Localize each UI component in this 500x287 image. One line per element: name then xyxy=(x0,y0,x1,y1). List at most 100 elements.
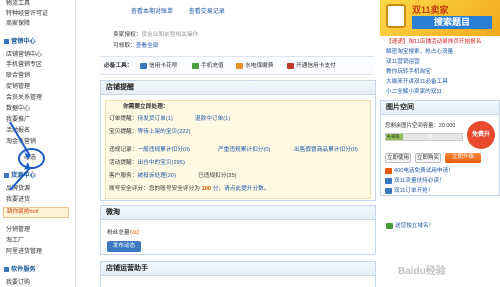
ops-panel: 店铺运营助手 xyxy=(100,261,376,287)
order-icon xyxy=(385,187,392,194)
complaint-link[interactable]: 被投诉处理(20) xyxy=(137,173,176,179)
sidebar-item-license[interactable]: 特种经营许可证 xyxy=(6,10,48,18)
tool-label: 信用卡花呗 xyxy=(149,63,178,69)
warehouse-link[interactable]: 出仓中的宝贝(295) xyxy=(137,160,184,166)
service-label: 客户服务： xyxy=(109,173,138,179)
right-column: 双11卖家 搜索题目 【速递】淘11店铺活动录排页开始报名 解密淘宝搜索，抢占心… xyxy=(380,0,500,287)
goods-label: 宝贝提醒： xyxy=(109,129,138,135)
service-list-text: 双11流量扶持必读！ xyxy=(394,178,445,184)
account-text: 您的账号安全评分为 xyxy=(148,186,200,192)
use-now-button[interactable]: 立即使用 xyxy=(385,153,411,163)
phone-service-icon xyxy=(385,167,392,174)
ops-title: 店铺运营助手 xyxy=(101,262,375,276)
tool-utility[interactable]: 水电煤缴费 xyxy=(236,62,273,70)
sidebar-item-joint-marketing[interactable]: 联合营销 xyxy=(6,72,30,80)
goods-reminder-row: 宝贝提醒：等待上架的宝贝(222) xyxy=(109,128,191,136)
domain-icon xyxy=(386,222,393,229)
sidebar-item-shop-marketing[interactable]: 店铺营销中心 xyxy=(6,51,42,59)
credit-card-icon xyxy=(140,62,147,69)
news-text: 解密淘宝搜索，抢占心流量 xyxy=(386,49,454,55)
withdraw-row: 可领取：查看全部 xyxy=(113,42,159,50)
promo-banner[interactable]: 双11卖家 搜索题目 xyxy=(380,0,500,36)
sidebar-item-mobile-marketing[interactable]: 手机营销专区 xyxy=(6,61,42,69)
banner-badge: 双11卖家 xyxy=(412,5,449,15)
sidebar-item-promotion[interactable]: 促销管理 xyxy=(6,83,30,91)
card-pay-icon xyxy=(287,62,294,69)
sidebar-item-factory[interactable]: 淘工厂 xyxy=(6,237,24,245)
upgrade-badge[interactable]: 免费升 xyxy=(467,121,495,149)
tool-credit-pay[interactable]: 开通信用卡支付 xyxy=(287,62,336,70)
buy-now-button[interactable]: 立即购买 xyxy=(415,153,441,163)
service-list-item[interactable]: 400电话免费试用申请！ xyxy=(385,167,454,175)
order-label: 订单提醒： xyxy=(109,116,138,122)
news-item[interactable]: 双11营销运营 xyxy=(386,58,420,66)
bill-link[interactable]: 查看本期对账单 xyxy=(131,9,173,15)
auth-label: 卖家授权： xyxy=(113,32,142,38)
upgrade-now-button[interactable]: 立即升级 xyxy=(445,153,481,163)
domain-text: 送您独立域名！ xyxy=(395,223,435,229)
annotation-arrows xyxy=(9,121,31,191)
serious-violation[interactable]: 严重违规累计扣分(0) xyxy=(218,146,270,154)
weitao-title: 微淘 xyxy=(101,206,375,220)
post-button[interactable]: 发布动态 xyxy=(107,241,141,252)
service-list-text: 双11订单开抢！ xyxy=(394,188,434,194)
news-item[interactable]: 【速递】淘11店铺活动录排页开始报名 xyxy=(386,38,481,46)
withdraw-label: 可领取： xyxy=(113,43,136,49)
shop-reminder-title: 店铺提醒 xyxy=(101,81,375,95)
general-violation-link[interactable]: 一般违规累计扣分(0) xyxy=(137,147,189,153)
withdraw-link[interactable]: 查看全部 xyxy=(136,43,159,49)
image-space-title: 图片空间 xyxy=(381,101,499,115)
sidebar-item-subscribe[interactable]: 我要订购 xyxy=(6,279,30,287)
pending-ship-link[interactable]: 待发货订单(1) xyxy=(137,116,172,122)
traffic-icon xyxy=(385,177,392,184)
pending-title: 你需要立即处理： xyxy=(123,104,169,110)
sidebar-item-ali-stock[interactable]: 阿里进货管理 xyxy=(6,248,42,256)
tools-bar: 必备工具： 信用卡花呗 手机充值 水电煤缴费 开通信用卡支付 xyxy=(100,56,374,75)
service-row: 客户服务：被投诉处理(20) 已违规扣分(25) xyxy=(109,172,237,180)
phone-icon xyxy=(192,62,199,69)
watermark-logo: Baidu经验 xyxy=(398,266,446,277)
shop-reminder-panel: 店铺提醒 你需要立即处理： 订单提醒：待发货订单(1) 退款中订单(1) 宝贝提醒… xyxy=(100,80,376,201)
fake-goods-violation[interactable]: 出售假冒商品累计扣分(0) xyxy=(294,146,358,154)
news-item[interactable]: 小二全解小卖家的双11 xyxy=(386,88,442,96)
arrow-line-lower xyxy=(9,167,31,191)
magnifier-icon xyxy=(386,4,406,28)
service-list-item[interactable]: 双11流量扶持必读！ xyxy=(385,177,445,185)
activity-label: 活动提醒： xyxy=(109,160,138,166)
utility-icon xyxy=(236,62,243,69)
service-icon xyxy=(4,266,9,272)
violation-row: 违规记录：一般违规累计扣分(0) xyxy=(109,146,190,154)
tool-phone[interactable]: 手机充值 xyxy=(192,62,224,70)
serious-violation-label: 严重违规累计扣分(0) xyxy=(218,147,271,153)
top-links: 查看本期对账单 查看交易记录 xyxy=(113,6,225,15)
sidebar-section-service[interactable]: 软件服务 xyxy=(4,266,36,274)
tool-label: 手机充值 xyxy=(201,63,224,69)
account-label: 账号安全评分： xyxy=(109,186,149,192)
penalty-text: 已违规扣分(25) xyxy=(198,173,237,179)
news-item[interactable]: 教你玩转手机淘宝 xyxy=(386,68,431,76)
news-item[interactable]: 大咖来开讲双11必备工具 xyxy=(386,78,448,86)
auth-row: 卖家授权：货金业和前程相关操作 xyxy=(113,31,198,39)
fans-label: 粉丝总量 xyxy=(107,230,130,236)
marketing-icon xyxy=(4,38,9,44)
sidebar-item-guarantee[interactable]: 商家保障 xyxy=(6,20,30,28)
tools-label: 必备工具： xyxy=(104,63,133,69)
image-space-panel: 图片空间 您剩余图片空间容量：20.000 4.406 20 免费升 立即使用 … xyxy=(380,100,500,196)
news-item[interactable]: 解密淘宝搜索，抢占心流量 xyxy=(386,48,453,56)
transaction-link[interactable]: 查看交易记录 xyxy=(189,9,225,15)
auth-value: 货金业和前程相关操作 xyxy=(141,32,199,38)
fans-value: 692 xyxy=(129,230,140,236)
banner-title: 搜索题目 xyxy=(412,16,492,29)
improve-link[interactable]: 分，请点此提升分数。 xyxy=(213,186,270,192)
fake-goods-label: 出售假冒商品累计扣分(0) xyxy=(294,147,358,153)
service-list-item[interactable]: 双11订单开抢！ xyxy=(385,187,433,195)
sidebar-item-distribution[interactable]: 分销管理 xyxy=(6,226,30,234)
waiting-list-link[interactable]: 等待上架的宝贝(222) xyxy=(137,129,190,135)
sidebar-section-marketing[interactable]: 营销中心 xyxy=(4,38,36,46)
activity-row: 活动提醒：出仓中的宝贝(295) xyxy=(109,159,185,167)
tool-credit[interactable]: 信用卡花呗 xyxy=(140,62,177,70)
domain-item[interactable]: 送您独立域名！ xyxy=(386,222,434,230)
used-value: 4.406 xyxy=(387,134,400,140)
refund-link[interactable]: 退款中订单(1) xyxy=(195,116,230,122)
sidebar-item-logistics[interactable]: 物流工具 xyxy=(6,0,30,8)
